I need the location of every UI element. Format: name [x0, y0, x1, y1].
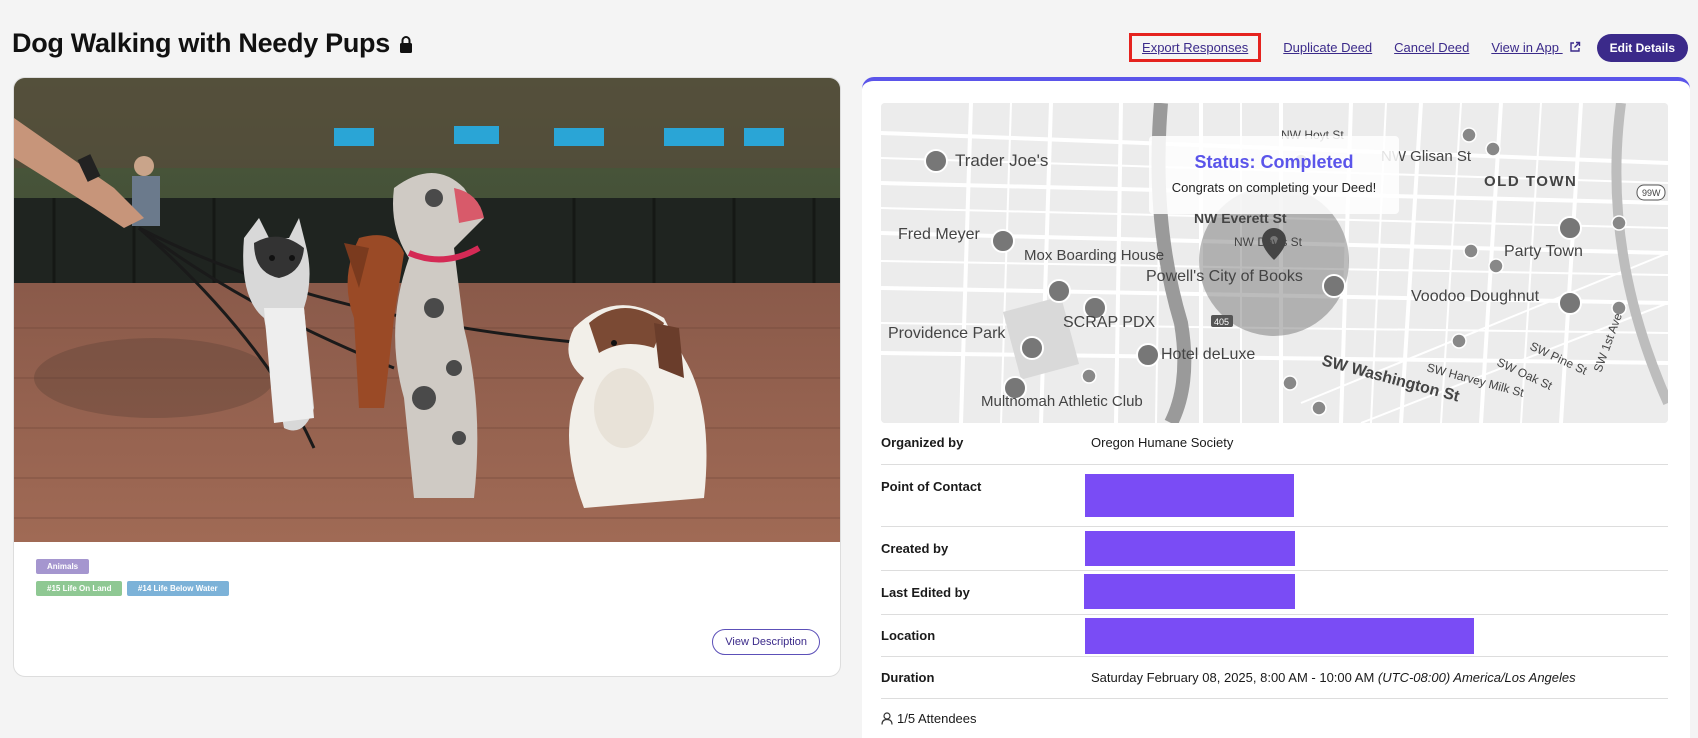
deed-detail-page: Dog Walking with Needy Pups Export Respo… [0, 0, 1698, 738]
last-edited-row: Last Edited by [881, 571, 1668, 615]
point-of-contact-label: Point of Contact [881, 479, 982, 494]
header-actions: Export Responses Duplicate Deed Cancel D… [1129, 33, 1688, 62]
created-by-row: Created by [881, 527, 1668, 571]
location-redacted [1085, 618, 1474, 654]
last-edited-label: Last Edited by [881, 585, 970, 600]
map-label-hotel: Hotel deLuxe [1161, 346, 1255, 363]
location-label: Location [881, 628, 936, 643]
deed-photo [14, 78, 840, 542]
map-label-scrap: SCRAP PDX [1063, 314, 1156, 331]
edit-details-button[interactable]: Edit Details [1596, 33, 1688, 62]
organized-by-label: Organized by [881, 435, 964, 450]
page-title-text: Dog Walking with Needy Pups [12, 28, 390, 58]
attendees-count: 1/5 Attendees [881, 711, 977, 726]
point-of-contact-row: Point of Contact [881, 465, 1668, 527]
duration-time: Saturday February 08, 2025, 8:00 AM - 10… [1091, 670, 1375, 685]
point-of-contact-redacted [1085, 474, 1294, 517]
map-label-hwy99w: 99W [1642, 188, 1661, 198]
deed-image-card: Animals #15 Life On Land #14 Life Below … [13, 77, 841, 677]
map-label-hwy405: 405 [1214, 317, 1229, 327]
deed-details-card: Trader Joe's Fred Meyer Mox Boarding Hou… [862, 77, 1690, 738]
organized-by-row: Organized by Oregon Humane Society [881, 423, 1668, 465]
map-label-mox: Mox Boarding House [1024, 247, 1164, 264]
map-label-powells: Powell's City of Books [1146, 268, 1303, 285]
lock-icon [399, 35, 412, 53]
status-message: Congrats on completing your Deed! [1171, 180, 1377, 195]
duration-value: Saturday February 08, 2025, 8:00 AM - 10… [1091, 670, 1576, 685]
export-responses-link[interactable]: Export Responses [1129, 33, 1262, 62]
created-by-redacted [1085, 531, 1295, 566]
deed-details-table: Organized by Oregon Humane Society Point… [881, 423, 1668, 699]
map-label-athletic: Multnomah Athletic Club [981, 393, 1143, 410]
map-label-party-town: Party Town [1504, 243, 1583, 260]
status-banner: Status: Completed Congrats on completing… [1149, 136, 1399, 214]
map-label-fred-meyer: Fred Meyer [898, 226, 980, 243]
sdg-tag-life-on-land: #15 Life On Land [36, 581, 123, 596]
external-link-icon [1569, 41, 1580, 52]
duration-label: Duration [881, 670, 935, 685]
duplicate-deed-link[interactable]: Duplicate Deed [1283, 40, 1372, 55]
view-in-app-label: View in App [1491, 40, 1560, 55]
cancel-deed-link[interactable]: Cancel Deed [1394, 40, 1469, 55]
organized-by-value: Oregon Humane Society [1091, 435, 1234, 450]
location-map[interactable]: Trader Joe's Fred Meyer Mox Boarding Hou… [881, 103, 1668, 423]
category-tag: Animals [36, 559, 90, 574]
page-title: Dog Walking with Needy Pups [12, 28, 414, 59]
map-label-trader-joes: Trader Joe's [955, 151, 1048, 170]
map-label-providence: Providence Park [888, 325, 1006, 342]
person-icon [881, 712, 893, 725]
last-edited-redacted [1084, 574, 1295, 609]
tag-list: Animals #15 Life On Land #14 Life Below … [36, 556, 229, 600]
attendees-text: 1/5 Attendees [897, 711, 977, 726]
view-in-app-link[interactable]: View in App [1491, 40, 1580, 55]
duration-row: Duration Saturday February 08, 2025, 8:0… [881, 657, 1668, 699]
map-label-davis: NW Davis St [1234, 235, 1303, 249]
created-by-label: Created by [881, 541, 949, 556]
sdg-tag-life-below-water: #14 Life Below Water [126, 581, 229, 596]
status-title: Status: Completed [1194, 152, 1354, 172]
view-description-button[interactable]: View Description [712, 629, 820, 655]
map-label-voodoo: Voodoo Doughnut [1411, 288, 1540, 305]
map-label-old-town: OLD TOWN [1484, 173, 1577, 190]
duration-timezone: (UTC-08:00) America/Los Angeles [1377, 670, 1576, 685]
location-row: Location [881, 615, 1668, 657]
